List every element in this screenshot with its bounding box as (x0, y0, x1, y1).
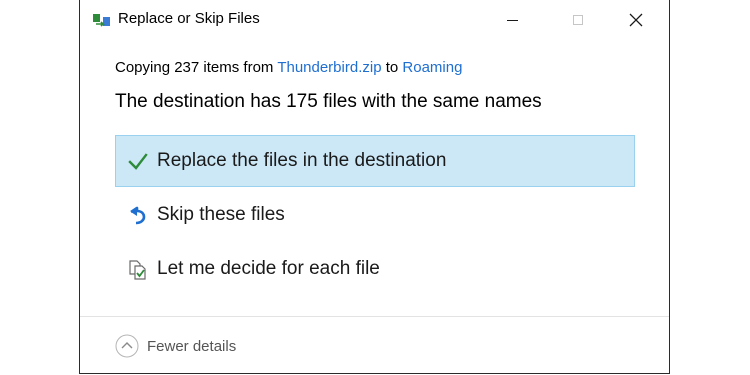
copy-files-icon (93, 14, 110, 27)
minimize-button[interactable] (489, 0, 535, 40)
chevron-up-circle-icon (115, 334, 139, 358)
replace-files-option[interactable]: Replace the files in the destination (115, 135, 635, 187)
close-button[interactable] (613, 0, 659, 40)
copy-status-connector: to (385, 59, 399, 76)
decide-each-file-option[interactable]: Let me decide for each file (115, 243, 635, 295)
copy-status-line: Copying 237 items from Thunderbird.zip t… (115, 59, 462, 76)
decide-each-file-label: Let me decide for each file (157, 258, 380, 279)
skip-files-label: Skip these files (157, 204, 285, 225)
title-bar[interactable]: Replace or Skip Files (80, 0, 669, 40)
fewer-details-button[interactable]: Fewer details (115, 333, 236, 359)
window-title: Replace or Skip Files (118, 10, 260, 27)
maximize-button[interactable] (555, 0, 601, 40)
compare-files-icon (129, 260, 146, 280)
source-link[interactable]: Thunderbird.zip (277, 59, 381, 76)
minimize-icon (506, 19, 518, 21)
fewer-details-label: Fewer details (147, 337, 237, 355)
footer-divider (80, 316, 669, 317)
skip-files-option[interactable]: Skip these files (115, 189, 635, 241)
maximize-icon (573, 15, 583, 25)
replace-or-skip-dialog: Replace or Skip Files Copying 237 items … (79, 0, 670, 374)
close-icon (629, 13, 643, 27)
replace-files-label: Replace the files in the destination (157, 150, 447, 171)
skip-arrow-icon (130, 206, 146, 225)
copy-status-prefix: Copying 237 items from (115, 59, 274, 76)
destination-link[interactable]: Roaming (402, 59, 462, 76)
checkmark-icon (128, 153, 148, 170)
conflict-headline: The destination has 175 files with the s… (115, 91, 542, 112)
